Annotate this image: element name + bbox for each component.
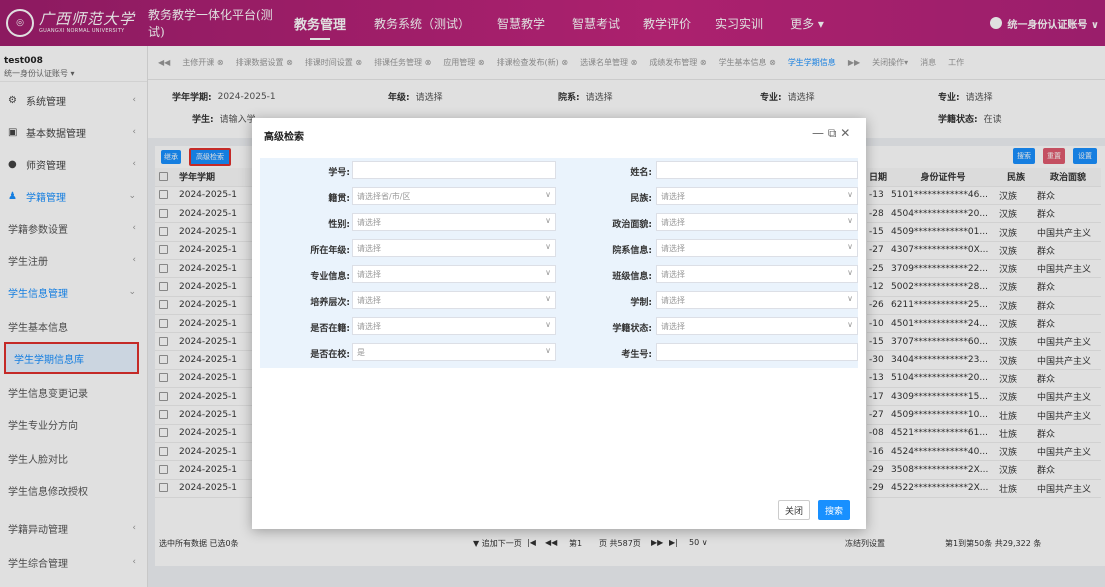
chevron-down-icon: ∨	[545, 320, 551, 329]
select-major[interactable]: 请选择 ∨	[352, 265, 556, 283]
advanced-search-dialog: 高级检索 — ⧉ ✕ 学号: 姓名: 籍贯: 请选择省/市/区 ∨ 民族: 请选择…	[252, 118, 866, 529]
label-student-no: 学号:	[328, 168, 350, 178]
chevron-down-icon: ∨	[847, 216, 853, 225]
select-grade[interactable]: 请选择 ∨	[352, 239, 556, 257]
input-student-no[interactable]	[352, 161, 556, 179]
close-button[interactable]: 关闭	[778, 500, 810, 520]
chevron-down-icon: ∨	[545, 346, 551, 355]
label-dept: 院系信息:	[612, 246, 652, 256]
search-form: 学号: 姓名: 籍贯: 请选择省/市/区 ∨ 民族: 请选择 ∨ 性别: 请选择 ∨ …	[260, 158, 858, 368]
label-political: 政治面貌:	[612, 220, 652, 230]
chevron-down-icon: ∨	[847, 268, 853, 277]
select-gender[interactable]: 请选择 ∨	[352, 213, 556, 231]
dialog-search-button[interactable]: 搜索	[818, 500, 850, 520]
label-status: 学籍状态:	[612, 324, 652, 334]
chevron-down-icon: ∨	[847, 294, 853, 303]
label-class: 班级信息:	[612, 272, 652, 282]
select-native-place[interactable]: 请选择省/市/区 ∨	[352, 187, 556, 205]
label-native-place: 籍贯:	[328, 194, 350, 204]
chevron-down-icon: ∨	[545, 190, 551, 199]
select-on-campus[interactable]: 是 ∨	[352, 343, 556, 361]
chevron-down-icon: ∨	[847, 242, 853, 251]
label-level: 培养层次:	[310, 298, 350, 308]
label-ethnicity: 民族:	[630, 194, 652, 204]
label-name: 姓名:	[630, 168, 652, 178]
input-exam-no[interactable]	[656, 343, 858, 361]
label-exam-no: 考生号:	[621, 350, 652, 360]
select-dept[interactable]: 请选择 ∨	[656, 239, 858, 257]
select-duration[interactable]: 请选择 ∨	[656, 291, 858, 309]
input-name[interactable]	[656, 161, 858, 179]
select-level[interactable]: 请选择 ∨	[352, 291, 556, 309]
dialog-window-controls[interactable]: — ⧉ ✕	[812, 126, 850, 141]
select-enrolled[interactable]: 请选择 ∨	[352, 317, 556, 335]
chevron-down-icon: ∨	[545, 242, 551, 251]
select-status[interactable]: 请选择 ∨	[656, 317, 858, 335]
label-on-campus: 是否在校:	[310, 350, 350, 360]
chevron-down-icon: ∨	[545, 216, 551, 225]
label-gender: 性别:	[328, 220, 350, 230]
chevron-down-icon: ∨	[847, 320, 853, 329]
select-class[interactable]: 请选择 ∨	[656, 265, 858, 283]
dialog-title: 高级检索	[264, 132, 304, 143]
select-ethnicity[interactable]: 请选择 ∨	[656, 187, 858, 205]
label-grade: 所在年级:	[310, 246, 350, 256]
label-duration: 学制:	[630, 298, 652, 308]
chevron-down-icon: ∨	[847, 190, 853, 199]
chevron-down-icon: ∨	[545, 268, 551, 277]
select-political[interactable]: 请选择 ∨	[656, 213, 858, 231]
label-major: 专业信息:	[310, 272, 350, 282]
label-enrolled: 是否在籍:	[310, 324, 350, 334]
chevron-down-icon: ∨	[545, 294, 551, 303]
